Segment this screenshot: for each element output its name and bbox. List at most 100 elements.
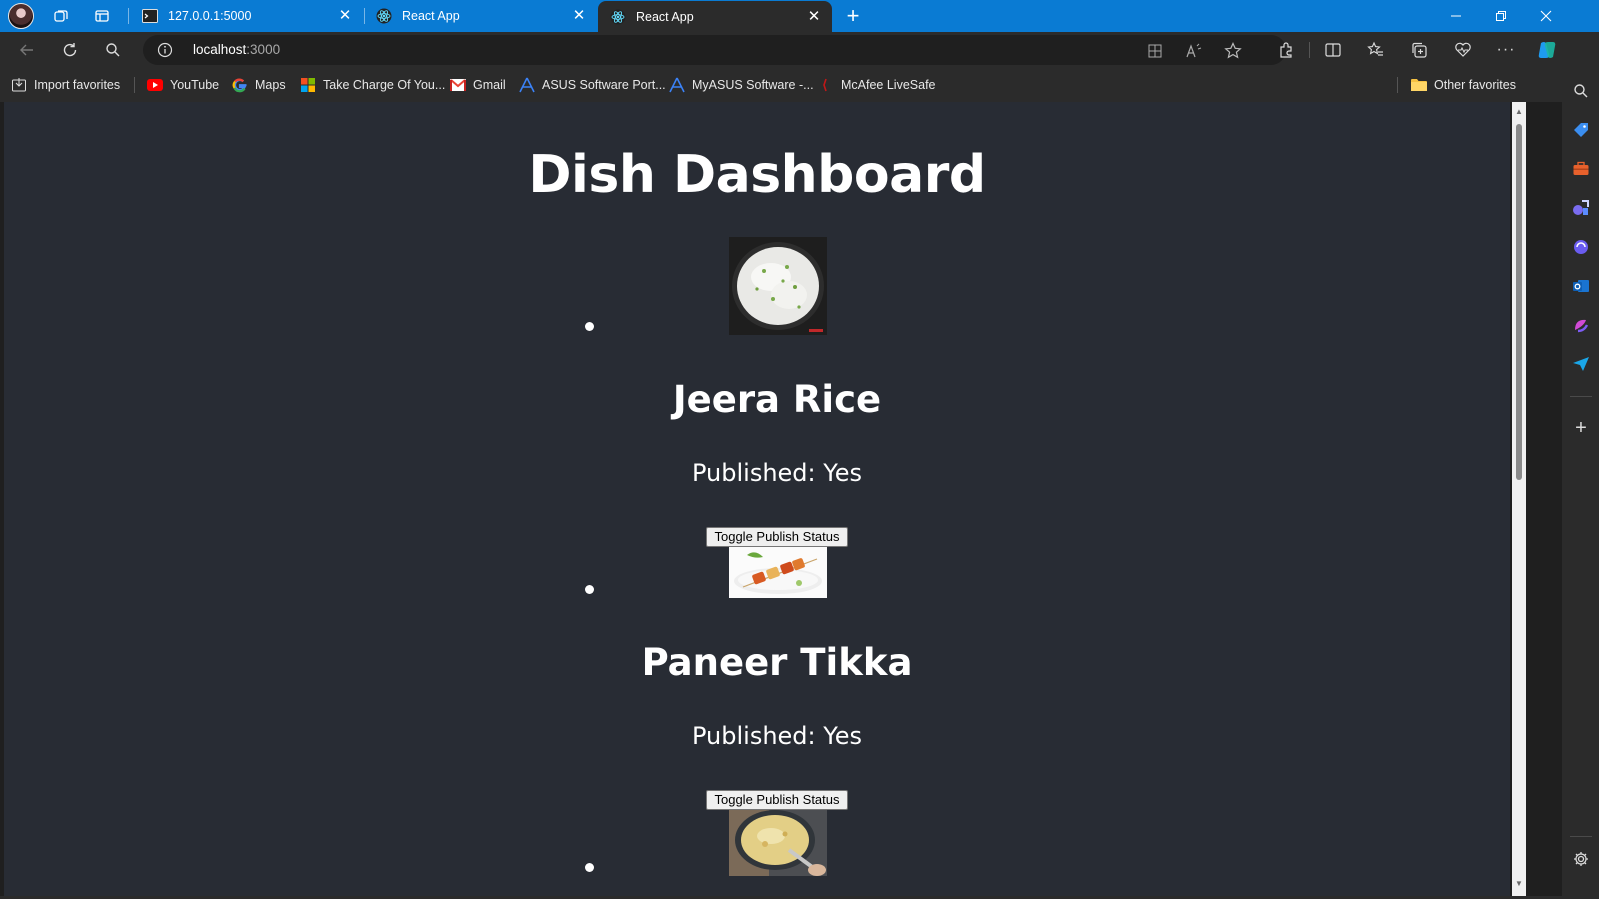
tab-actions-icon[interactable] <box>89 4 115 28</box>
url-port: :3000 <box>246 42 281 57</box>
windows-icon <box>300 77 316 93</box>
scroll-thumb[interactable] <box>1516 124 1522 480</box>
scroll-down-icon[interactable]: ▼ <box>1514 879 1524 889</box>
favorite-label: MyASUS Software -... <box>692 78 814 92</box>
dish-name: Jeera Rice <box>672 378 882 421</box>
tab-terminal[interactable]: 127.0.0.1:5000 ✕ <box>130 0 363 32</box>
add-sidebar-app-icon[interactable]: + <box>1570 417 1592 439</box>
dish-image-paneer-tikka <box>729 547 827 598</box>
sidebar-search-icon[interactable] <box>1570 80 1592 102</box>
refresh-icon[interactable] <box>56 36 84 64</box>
favorite-import[interactable]: Import favorites <box>11 76 120 94</box>
dish-published-status: Published: Yes <box>691 459 862 487</box>
read-aloud-icon[interactable] <box>1184 41 1204 61</box>
profile-avatar[interactable] <box>8 3 34 29</box>
toggle-publish-button[interactable]: Toggle Publish Status <box>706 527 848 547</box>
dish-published-status: Published: Yes <box>691 722 862 750</box>
react-icon <box>376 8 392 24</box>
favorites-bar: Import favorites YouTube Maps Take Charg… <box>0 68 1599 102</box>
asus-icon <box>669 77 685 93</box>
favorite-label: McAfee LiveSafe <box>841 78 936 92</box>
favorite-label: Maps <box>255 78 286 92</box>
tools-briefcase-icon[interactable] <box>1570 158 1592 180</box>
close-tab-icon[interactable]: ✕ <box>337 8 353 24</box>
browser-essentials-icon[interactable] <box>1449 36 1477 64</box>
copilot-icon[interactable] <box>1533 36 1561 64</box>
title-bar: 127.0.0.1:5000 ✕ React App ✕ React App ✕… <box>0 0 1599 32</box>
copilot-sidebar-icon[interactable] <box>1570 236 1592 258</box>
tab-title: React App <box>636 9 694 24</box>
tab-react-app[interactable]: React App ✕ <box>364 0 597 32</box>
favorite-label: ASUS Software Port... <box>542 78 666 92</box>
scroll-up-icon[interactable]: ▲ <box>1514 107 1524 117</box>
favorite-youtube[interactable]: YouTube <box>147 76 219 94</box>
favorite-label: Other favorites <box>1434 78 1516 92</box>
games-icon[interactable] <box>1570 197 1592 219</box>
favorites-separator <box>1397 77 1398 93</box>
dish-image-curry-bowl <box>729 810 827 876</box>
minimize-icon[interactable] <box>1434 0 1478 32</box>
search-icon[interactable] <box>99 36 127 64</box>
address-bar[interactable]: localhost:3000 <box>143 35 1286 65</box>
favorites-separator <box>134 77 135 93</box>
favorite-label: Take Charge Of You... <box>323 78 446 92</box>
url-host: localhost <box>193 42 247 57</box>
other-favorites[interactable]: Other favorites <box>1411 76 1516 94</box>
tab-react-app-active[interactable]: React App ✕ <box>598 1 832 32</box>
favorite-label: Gmail <box>473 78 506 92</box>
list-bullet <box>585 585 594 594</box>
favorite-take-charge[interactable]: Take Charge Of You... <box>300 76 445 94</box>
new-tab-icon[interactable]: + <box>840 3 866 28</box>
youtube-icon <box>147 77 163 93</box>
page-title: Dish Dashboard <box>528 145 986 205</box>
google-icon <box>232 77 248 93</box>
asus-icon <box>519 77 535 93</box>
favorite-asus-portal[interactable]: ASUS Software Port... <box>519 76 666 94</box>
list-bullet <box>585 322 594 331</box>
app-available-icon[interactable] <box>1145 41 1165 61</box>
favorite-myasus[interactable]: MyASUS Software -... <box>669 76 814 94</box>
toolbar-separator <box>1309 42 1310 58</box>
extensions-icon[interactable] <box>1272 36 1300 64</box>
import-icon <box>11 77 27 93</box>
send-icon[interactable] <box>1570 353 1592 375</box>
dish-name: Paneer Tikka <box>641 641 913 684</box>
tab-title: React App <box>402 9 460 23</box>
favorite-star-icon[interactable] <box>1223 41 1243 61</box>
sidebar-separator <box>1570 836 1592 837</box>
edge-sidebar: + <box>1562 68 1599 899</box>
navigation-toolbar: localhost:3000 ··· <box>0 32 1599 68</box>
sidebar-separator <box>1570 396 1592 397</box>
back-icon[interactable] <box>13 36 41 64</box>
favorite-gmail[interactable]: Gmail <box>450 76 506 94</box>
folder-icon <box>1411 77 1427 93</box>
sidebar-settings-icon[interactable] <box>1570 848 1592 870</box>
gmail-icon <box>450 77 466 93</box>
site-info-icon[interactable] <box>157 42 173 58</box>
close-tab-icon[interactable]: ✕ <box>806 9 822 25</box>
mcafee-icon <box>818 77 834 93</box>
favorite-mcafee[interactable]: McAfee LiveSafe <box>818 76 936 94</box>
shopping-tag-icon[interactable] <box>1570 119 1592 141</box>
designer-icon[interactable] <box>1570 314 1592 336</box>
favorite-maps[interactable]: Maps <box>232 76 286 94</box>
split-screen-icon[interactable] <box>1319 36 1347 64</box>
collections-icon[interactable] <box>1405 36 1433 64</box>
toggle-publish-button[interactable]: Toggle Publish Status <box>706 790 848 810</box>
terminal-icon <box>142 8 158 24</box>
list-bullet <box>585 863 594 872</box>
favorite-label: Import favorites <box>34 78 121 92</box>
react-icon <box>610 9 626 25</box>
close-tab-icon[interactable]: ✕ <box>571 8 587 24</box>
tab-title: 127.0.0.1:5000 <box>168 9 252 23</box>
page-scrollbar[interactable]: ▲ ▼ <box>1512 102 1526 896</box>
outlook-icon[interactable] <box>1570 275 1592 297</box>
page-viewport[interactable]: Dish Dashboard Jeera Rice Published: Yes… <box>4 102 1510 896</box>
more-options-icon[interactable]: ··· <box>1492 36 1520 64</box>
workspaces-icon[interactable] <box>48 4 74 28</box>
tab-separator <box>128 8 129 24</box>
favorites-icon[interactable] <box>1362 36 1390 64</box>
close-window-icon[interactable] <box>1524 0 1568 32</box>
restore-icon[interactable] <box>1479 0 1523 32</box>
url-text[interactable]: localhost:3000 <box>193 42 280 57</box>
